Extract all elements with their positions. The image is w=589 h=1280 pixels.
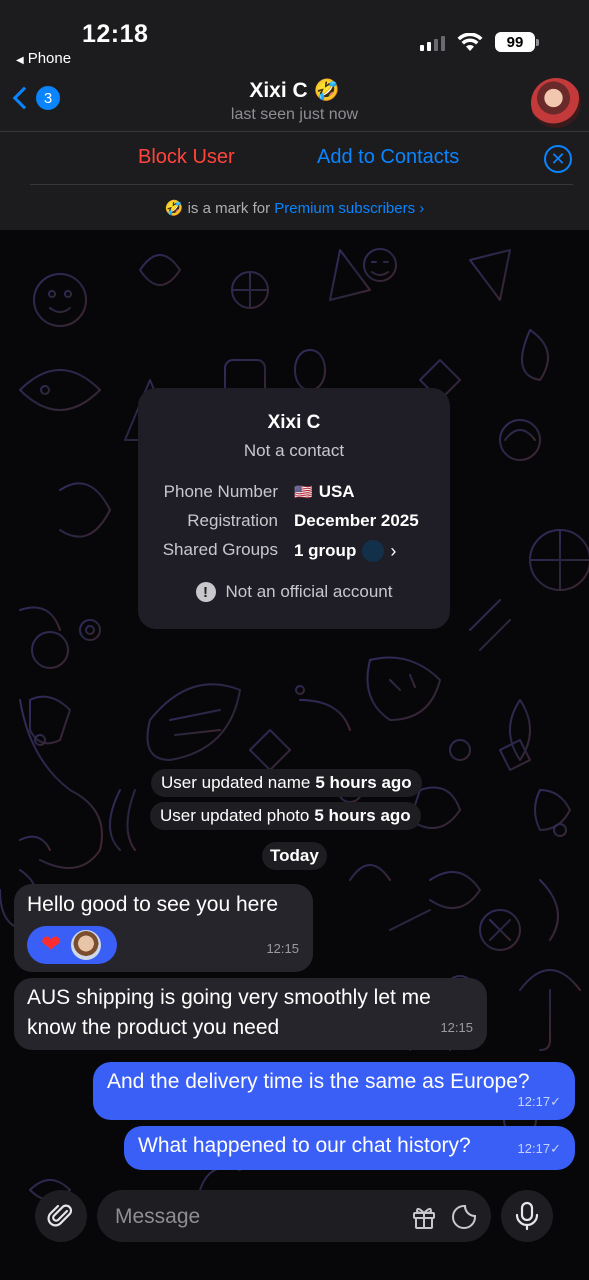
sticker-icon[interactable] (451, 1204, 477, 1230)
attach-button[interactable] (35, 1190, 87, 1242)
info-row-shared-groups[interactable]: Shared Groups 1 group › (138, 540, 450, 564)
message-time: 12:17✓ (517, 1141, 561, 1156)
message-time: 12:15 (266, 941, 299, 956)
message-bubble-incoming[interactable]: AUS shipping is going very smoothly let … (14, 978, 487, 1050)
premium-emoji-icon: 🤣 (164, 200, 184, 217)
signal-icon (420, 33, 445, 51)
info-label: Registration (187, 511, 278, 530)
warning-text: Not an official account (225, 582, 393, 601)
date-separator: Today (262, 842, 327, 870)
info-label: Shared Groups (162, 540, 278, 559)
avatar[interactable] (531, 78, 581, 128)
paperclip-icon (47, 1204, 73, 1227)
contact-name: Xixi C (267, 412, 321, 433)
message-composer (0, 1180, 589, 1280)
info-row-phone: Phone Number 🇺🇸 USA (138, 482, 450, 506)
check-icon: ✓ (550, 1094, 561, 1109)
gift-icon[interactable] (411, 1204, 437, 1230)
battery-indicator: 99 (495, 32, 539, 52)
chat-background: 8 Xixi C Not a contact Phone Number 🇺🇸US… (0, 230, 589, 1280)
info-value: December 2025 (294, 511, 419, 530)
chat-title[interactable]: Xixi C 🤣 (0, 79, 589, 103)
chat-header-area: 12:18 ◀ Phone 99 3 Xixi C 🤣 last seen jus… (0, 0, 589, 230)
back-to-app-link[interactable]: ◀ Phone (16, 50, 71, 67)
info-label: Phone Number (163, 482, 278, 501)
us-flag-icon: 🇺🇸 (294, 484, 313, 501)
add-to-contacts-button[interactable]: Add to Contacts (317, 146, 459, 169)
service-text: User updated photo (160, 806, 310, 825)
message-input-field[interactable] (97, 1190, 491, 1244)
info-row-registration: Registration December 2025 (138, 511, 450, 535)
message-bubble-incoming[interactable]: Hello good to see you here ❤ 12:15 (14, 884, 313, 972)
chevron-right-icon: › (390, 540, 397, 561)
premium-link[interactable]: Premium subscribers (274, 200, 415, 217)
contact-info-card: Xixi C Not a contact Phone Number 🇺🇸 USA … (138, 388, 450, 629)
message-bubble-outgoing[interactable]: What happened to our chat history? 12:17… (124, 1126, 575, 1170)
premium-notice[interactable]: 🤣 is a mark for Premium subscribers › (0, 199, 589, 217)
check-icon: ✓ (550, 1141, 561, 1156)
service-text: User updated name (161, 773, 311, 792)
status-time: 12:18 (82, 20, 149, 48)
contact-status: Not a contact (243, 441, 345, 460)
service-message: User updated photo 5 hours ago (150, 802, 421, 830)
message-text: And the delivery time is the same as Eur… (107, 1070, 530, 1093)
official-account-warning: ! Not an official account (138, 582, 450, 602)
info-icon: ! (195, 582, 216, 602)
message-bubble-outgoing[interactable]: And the delivery time is the same as Eur… (93, 1062, 575, 1120)
premium-text: is a mark for (187, 200, 271, 217)
voice-record-button[interactable] (501, 1190, 553, 1242)
microphone-icon (515, 1201, 539, 1231)
chevron-right-icon: › (419, 200, 425, 217)
message-time: 12:15 (440, 1020, 473, 1035)
service-message: User updated name 5 hours ago (151, 769, 422, 797)
reactor-avatar (71, 930, 102, 960)
message-time: 12:17✓ (517, 1094, 561, 1109)
reaction-chip[interactable]: ❤ (27, 926, 117, 964)
divider (30, 184, 573, 185)
message-text: AUS shipping is going very smoothly let … (27, 986, 431, 1039)
block-user-button[interactable]: Block User (138, 146, 235, 169)
heart-icon: ❤ (41, 931, 62, 958)
back-triangle-icon: ◀ (16, 55, 24, 66)
message-text: What happened to our chat history? (138, 1134, 471, 1157)
last-seen-status: last seen just now (230, 106, 359, 123)
info-value: USA (318, 482, 355, 501)
message-input[interactable] (113, 1190, 397, 1244)
wifi-icon (457, 32, 483, 51)
info-value: 1 group (294, 541, 357, 560)
divider (0, 131, 589, 132)
group-avatar (362, 540, 385, 562)
message-text: Hello good to see you here (27, 893, 279, 916)
status-indicators: 99 (420, 32, 539, 52)
back-app-label: Phone (27, 50, 72, 67)
service-time: 5 hours ago (315, 773, 412, 792)
close-icon[interactable]: ✕ (544, 145, 572, 173)
service-time: 5 hours ago (314, 806, 411, 825)
